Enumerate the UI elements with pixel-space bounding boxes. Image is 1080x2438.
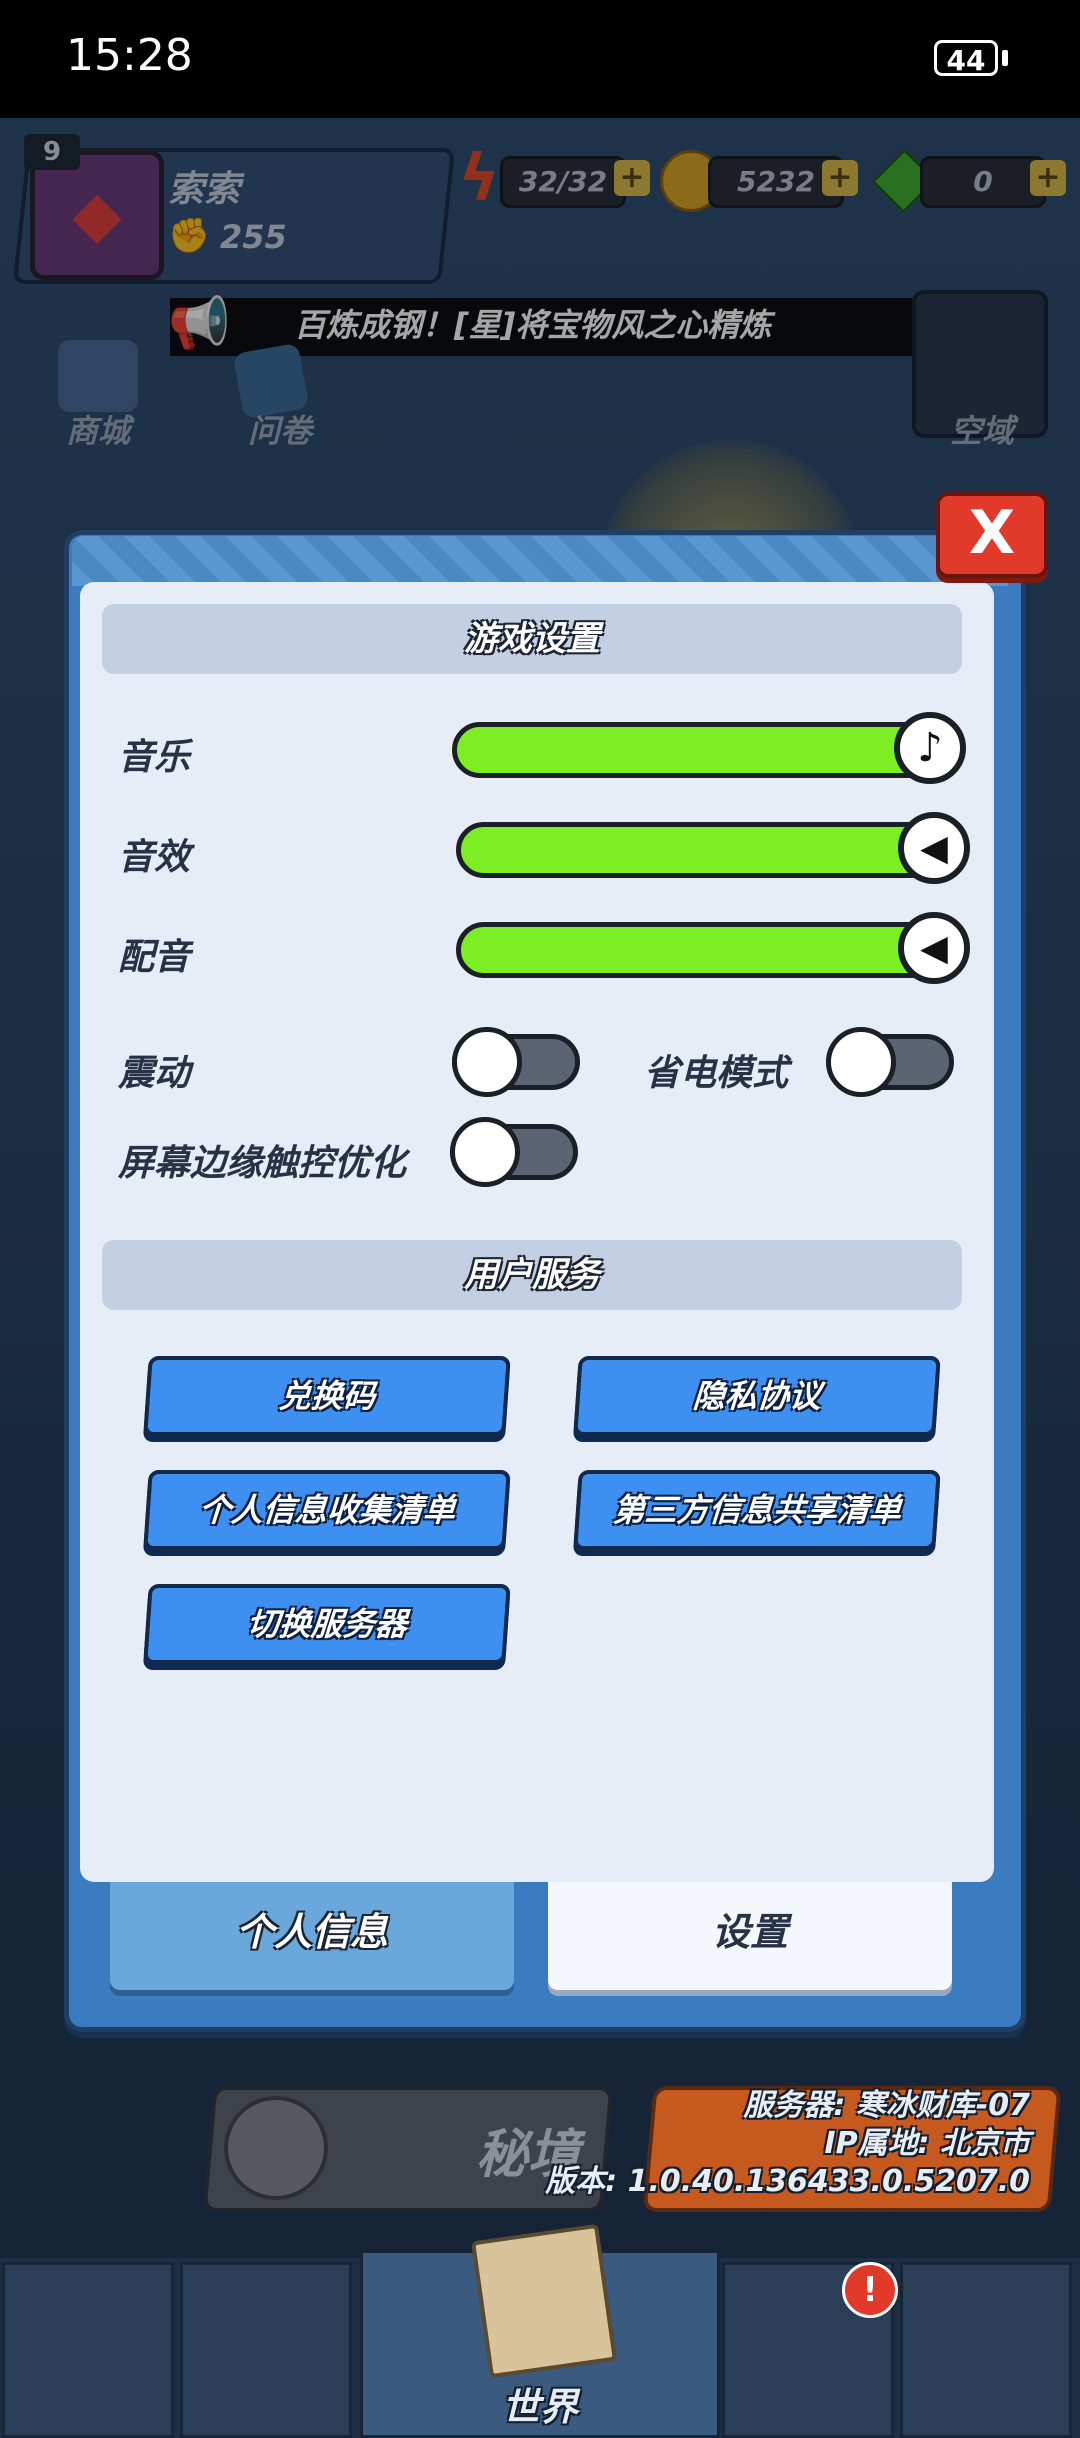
voice-speaker-icon[interactable]: ◀: [898, 912, 970, 984]
music-note-icon[interactable]: ♪: [894, 712, 966, 784]
third-party-list-button[interactable]: 第三方信息共享清单: [573, 1470, 941, 1550]
nav-shield-icon[interactable]: [180, 2262, 352, 2438]
user-services-header: 用户服务: [102, 1240, 962, 1310]
tab-profile[interactable]: 个人信息: [110, 1882, 514, 1990]
privacy-policy-button[interactable]: 隐私协议: [573, 1356, 941, 1436]
status-time: 15:28: [66, 30, 193, 81]
nav-world-label: 世界: [501, 2385, 578, 2429]
alert-badge: !: [842, 2262, 898, 2318]
edge-touch-label: 屏幕边缘触控优化: [118, 1143, 407, 1184]
personal-info-list-button[interactable]: 个人信息收集清单: [143, 1470, 511, 1550]
battery-icon: 44: [934, 40, 998, 77]
tab-settings[interactable]: 设置: [548, 1882, 952, 1990]
speaker-icon[interactable]: ◀: [898, 812, 970, 884]
target-icon: [224, 2096, 328, 2200]
game-settings-header: 游戏设置: [102, 604, 962, 674]
map-icon: [471, 2223, 617, 2379]
music-label: 音乐: [118, 737, 191, 778]
voice-slider[interactable]: [456, 922, 956, 978]
nav-cards-icon[interactable]: [900, 2262, 1072, 2438]
power-save-label: 省电模式: [644, 1053, 789, 1094]
close-button[interactable]: X: [936, 492, 1048, 578]
music-slider[interactable]: [452, 722, 954, 778]
vibration-label: 震动: [118, 1053, 191, 1094]
battery-tip: [1002, 50, 1008, 66]
voice-label: 配音: [118, 937, 191, 978]
redeem-code-button[interactable]: 兑换码: [143, 1356, 511, 1436]
edge-touch-toggle-knob[interactable]: [450, 1117, 520, 1187]
dialog-header-stripe: [72, 536, 1008, 586]
power-save-toggle-knob[interactable]: [826, 1027, 896, 1097]
sfx-slider[interactable]: [456, 822, 956, 878]
version-info: 版本: 1.0.40.136433.0.5207.0: [545, 2164, 1030, 2199]
switch-server-button[interactable]: 切换服务器: [143, 1584, 511, 1664]
nav-crystal-icon[interactable]: [2, 2262, 174, 2438]
sfx-label: 音效: [118, 837, 191, 878]
vibration-toggle-knob[interactable]: [452, 1027, 522, 1097]
